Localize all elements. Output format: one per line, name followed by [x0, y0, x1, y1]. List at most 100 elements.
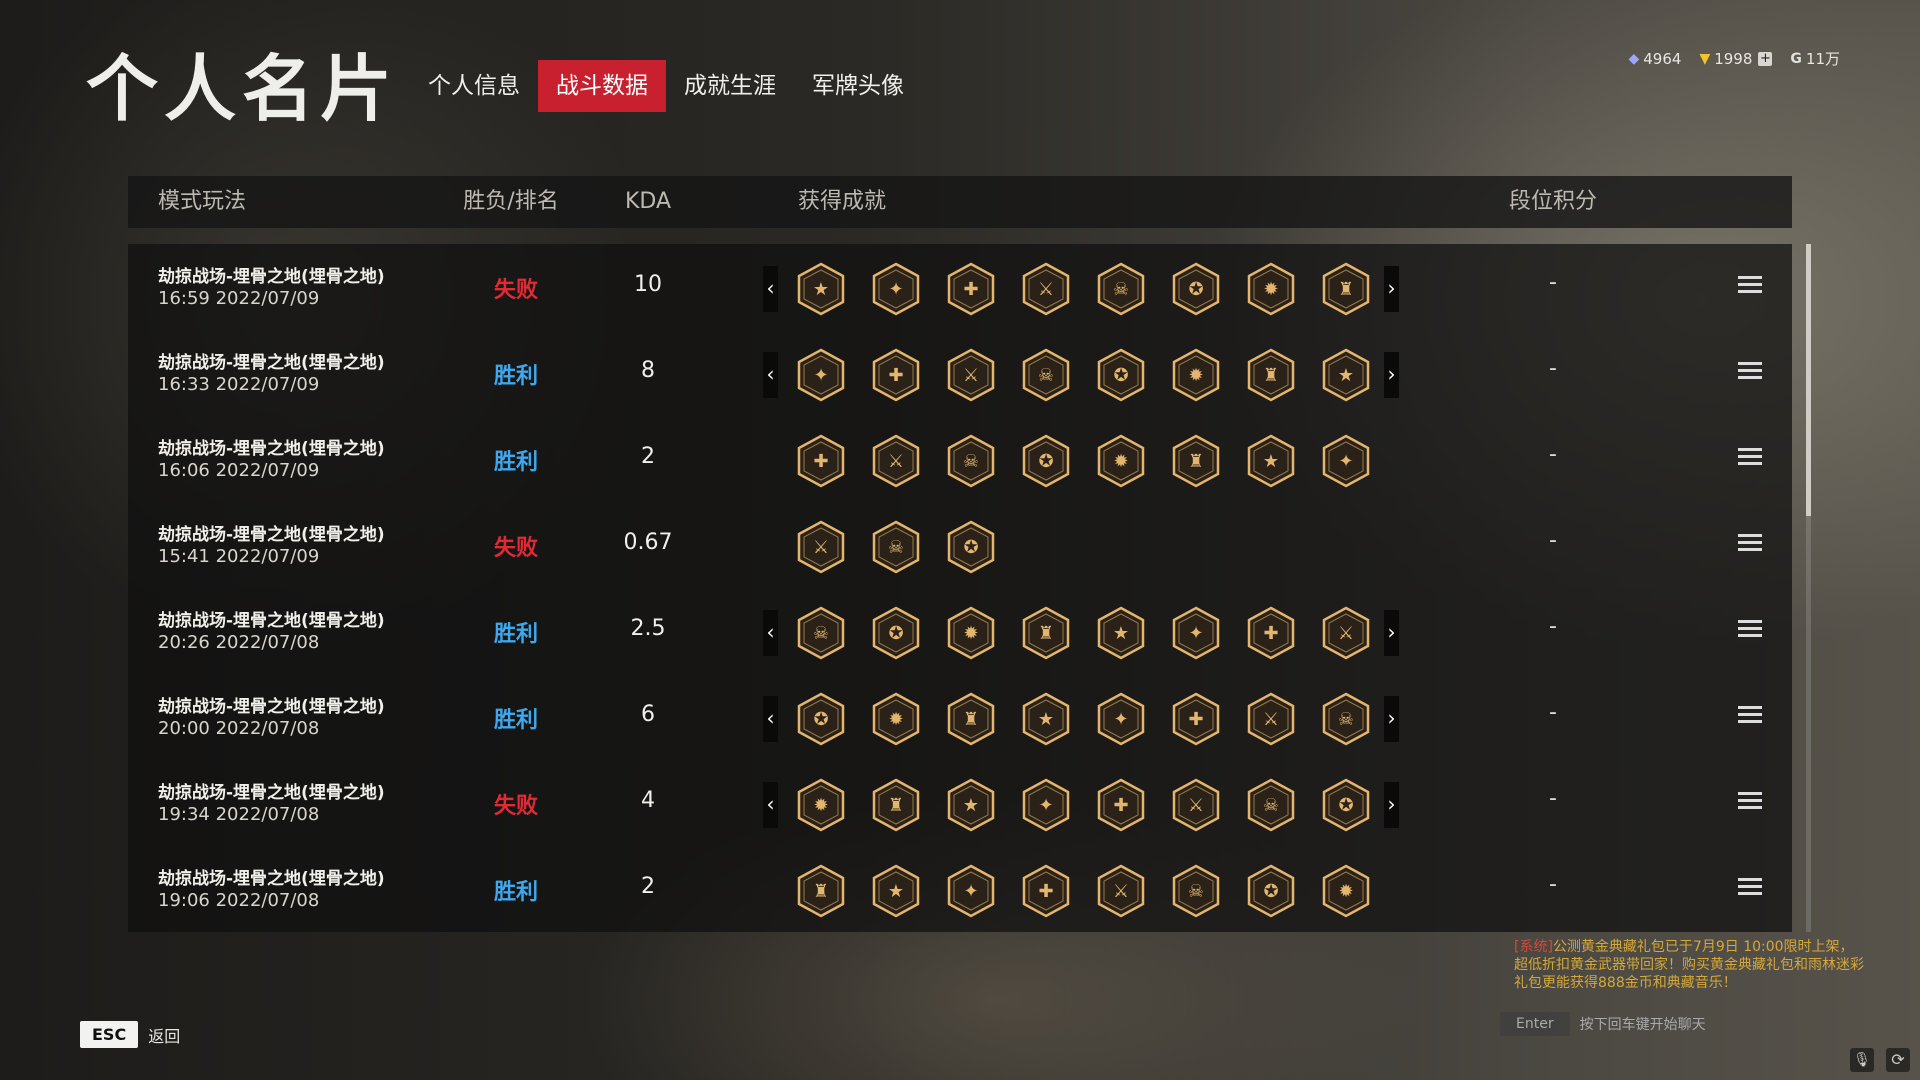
back-control[interactable]: ESC 返回: [80, 1021, 180, 1048]
achievement-badge-icon[interactable]: ✪: [1021, 434, 1071, 488]
back-label[interactable]: 返回: [148, 1023, 180, 1047]
tab-personal-info[interactable]: 个人信息: [410, 60, 538, 112]
table-row[interactable]: 劫掠战场-埋骨之地(埋骨之地) 16:33 2022/07/09 胜利 8 ‹ › ✦ ✚ ⚔ ☠…: [128, 330, 1792, 416]
achievement-badge-icon[interactable]: ⚔: [1021, 262, 1071, 316]
add-voucher-button[interactable]: +: [1758, 51, 1773, 66]
tab-battle-data[interactable]: 战斗数据: [538, 60, 666, 112]
table-row[interactable]: 劫掠战场-埋骨之地(埋骨之地) 19:34 2022/07/08 失败 4 ‹ › ✹ ♜ ★ ✦…: [128, 760, 1792, 846]
table-row[interactable]: 劫掠战场-埋骨之地(埋骨之地) 20:00 2022/07/08 胜利 6 ‹ › ✪ ✹ ♜ ★…: [128, 674, 1792, 760]
achievement-badge-icon[interactable]: ✦: [946, 864, 996, 918]
achievement-badge-icon[interactable]: ♜: [1321, 262, 1371, 316]
achievement-badge-icon[interactable]: ⚔: [871, 434, 921, 488]
row-menu-icon[interactable]: [1738, 620, 1762, 640]
achievement-badge-icon[interactable]: ⚔: [946, 348, 996, 402]
achievement-badge-icon[interactable]: ✹: [796, 778, 846, 832]
prev-badges-arrow[interactable]: ‹: [763, 782, 778, 828]
achievement-badge-icon[interactable]: ✹: [1096, 434, 1146, 488]
achievement-badge-icon[interactable]: ✚: [1171, 692, 1221, 746]
achievement-badge-icon[interactable]: ✦: [796, 348, 846, 402]
achievement-badge-icon[interactable]: ✚: [871, 348, 921, 402]
esc-key[interactable]: ESC: [80, 1021, 139, 1048]
achievement-badge-icon[interactable]: ✦: [1171, 606, 1221, 660]
row-menu-icon[interactable]: [1738, 878, 1762, 898]
achievement-badge-icon[interactable]: ✪: [1096, 348, 1146, 402]
achievement-badge-icon[interactable]: ✪: [1321, 778, 1371, 832]
achievement-badge-icon[interactable]: ♜: [1021, 606, 1071, 660]
microphone-icon[interactable]: 🎙: [1850, 1048, 1874, 1072]
enter-key[interactable]: Enter: [1500, 1012, 1570, 1036]
achievement-badge-icon[interactable]: ✚: [1246, 606, 1296, 660]
achievement-badge-icon[interactable]: ✹: [1171, 348, 1221, 402]
table-row[interactable]: 劫掠战场-埋骨之地(埋骨之地) 20:26 2022/07/08 胜利 2.5 ‹ › ☠ ✪…: [128, 588, 1792, 674]
achievement-badge-icon[interactable]: ⚔: [1171, 778, 1221, 832]
achievement-badge-icon[interactable]: ✪: [871, 606, 921, 660]
row-menu-icon[interactable]: [1738, 362, 1762, 382]
achievement-badge-icon[interactable]: ⚔: [1246, 692, 1296, 746]
refresh-icon[interactable]: ⟳: [1886, 1048, 1910, 1072]
achievement-badge-icon[interactable]: ★: [1021, 692, 1071, 746]
achievement-badge-icon[interactable]: ♜: [1171, 434, 1221, 488]
achievement-badge-icon[interactable]: ★: [1321, 348, 1371, 402]
tab-achievements[interactable]: 成就生涯: [666, 60, 794, 112]
achievement-badge-icon[interactable]: ☠: [1321, 692, 1371, 746]
achievement-badge-icon[interactable]: ✹: [1246, 262, 1296, 316]
tab-dogtag-avatar[interactable]: 军牌头像: [794, 60, 922, 112]
achievement-badge-icon[interactable]: ★: [1096, 606, 1146, 660]
achievement-badge-icon[interactable]: ✦: [1321, 434, 1371, 488]
achievement-badge-icon[interactable]: ☠: [1096, 262, 1146, 316]
achievement-badge-icon[interactable]: ✪: [796, 692, 846, 746]
achievement-badge-icon[interactable]: ☠: [1246, 778, 1296, 832]
table-row[interactable]: 劫掠战场-埋骨之地(埋骨之地) 16:59 2022/07/09 失败 10 ‹ › ★ ✦ ✚…: [128, 244, 1792, 330]
achievement-badge-icon[interactable]: ✹: [871, 692, 921, 746]
achievement-badge-icon[interactable]: ✦: [1021, 778, 1071, 832]
diamond-currency: ◆ 4964: [1628, 50, 1681, 68]
prev-badges-arrow[interactable]: ‹: [763, 352, 778, 398]
achievement-badge-icon[interactable]: ✪: [1171, 262, 1221, 316]
achievement-badge-icon[interactable]: ☠: [796, 606, 846, 660]
next-badges-arrow[interactable]: ›: [1384, 696, 1399, 742]
achievement-badge-icon[interactable]: ✚: [1021, 864, 1071, 918]
achievement-badge-icon[interactable]: ✹: [1321, 864, 1371, 918]
table-row[interactable]: 劫掠战场-埋骨之地(埋骨之地) 15:41 2022/07/09 失败 0.67 ⚔ ☠ ✪…: [128, 502, 1792, 588]
achievement-badge-icon[interactable]: ★: [871, 864, 921, 918]
achievement-badge-icon[interactable]: ♜: [946, 692, 996, 746]
prev-badges-arrow[interactable]: ‹: [763, 266, 778, 312]
prev-badges-arrow[interactable]: ‹: [763, 610, 778, 656]
scrollbar-thumb[interactable]: [1806, 244, 1811, 516]
match-list[interactable]: 劫掠战场-埋骨之地(埋骨之地) 16:59 2022/07/09 失败 10 ‹ › ★ ✦ ✚…: [128, 244, 1792, 932]
row-menu-icon[interactable]: [1738, 534, 1762, 554]
achievement-badge-icon[interactable]: ⚔: [1321, 606, 1371, 660]
achievement-badge-icon[interactable]: ✪: [946, 520, 996, 574]
achievement-badge-icon[interactable]: ★: [946, 778, 996, 832]
next-badges-arrow[interactable]: ›: [1384, 352, 1399, 398]
achievement-badge-icon[interactable]: ☠: [946, 434, 996, 488]
table-row[interactable]: 劫掠战场-埋骨之地(埋骨之地) 19:06 2022/07/08 胜利 2 ♜ ★ ✦ ✚ ⚔ ☠…: [128, 846, 1792, 932]
achievement-badge-icon[interactable]: ☠: [871, 520, 921, 574]
achievement-badge-icon[interactable]: ☠: [1171, 864, 1221, 918]
next-badges-arrow[interactable]: ›: [1384, 610, 1399, 656]
achievement-badge-icon[interactable]: ⚔: [796, 520, 846, 574]
row-menu-icon[interactable]: [1738, 792, 1762, 812]
achievement-badge-icon[interactable]: ☠: [1021, 348, 1071, 402]
table-row[interactable]: 劫掠战场-埋骨之地(埋骨之地) 16:06 2022/07/09 胜利 2 ✚ ⚔ ☠ ✪ ✹ ♜…: [128, 416, 1792, 502]
achievement-badge-icon[interactable]: ⚔: [1096, 864, 1146, 918]
achievement-badge-icon[interactable]: ✪: [1246, 864, 1296, 918]
row-menu-icon[interactable]: [1738, 276, 1762, 296]
achievement-badge-icon[interactable]: ✦: [1096, 692, 1146, 746]
achievement-badge-icon[interactable]: ✚: [1096, 778, 1146, 832]
row-menu-icon[interactable]: [1738, 706, 1762, 726]
achievement-badge-icon[interactable]: ♜: [796, 864, 846, 918]
achievement-badge-icon[interactable]: ✚: [796, 434, 846, 488]
prev-badges-arrow[interactable]: ‹: [763, 696, 778, 742]
row-menu-icon[interactable]: [1738, 448, 1762, 468]
next-badges-arrow[interactable]: ›: [1384, 266, 1399, 312]
achievement-badge-icon[interactable]: ✹: [946, 606, 996, 660]
achievement-badge-icon[interactable]: ✚: [946, 262, 996, 316]
achievement-badge-icon[interactable]: ♜: [1246, 348, 1296, 402]
achievement-badge-icon[interactable]: ✦: [871, 262, 921, 316]
achievement-badge-icon[interactable]: ★: [796, 262, 846, 316]
coin-currency: G 11万: [1790, 48, 1840, 69]
next-badges-arrow[interactable]: ›: [1384, 782, 1399, 828]
achievement-badge-icon[interactable]: ★: [1246, 434, 1296, 488]
achievement-badge-icon[interactable]: ♜: [871, 778, 921, 832]
